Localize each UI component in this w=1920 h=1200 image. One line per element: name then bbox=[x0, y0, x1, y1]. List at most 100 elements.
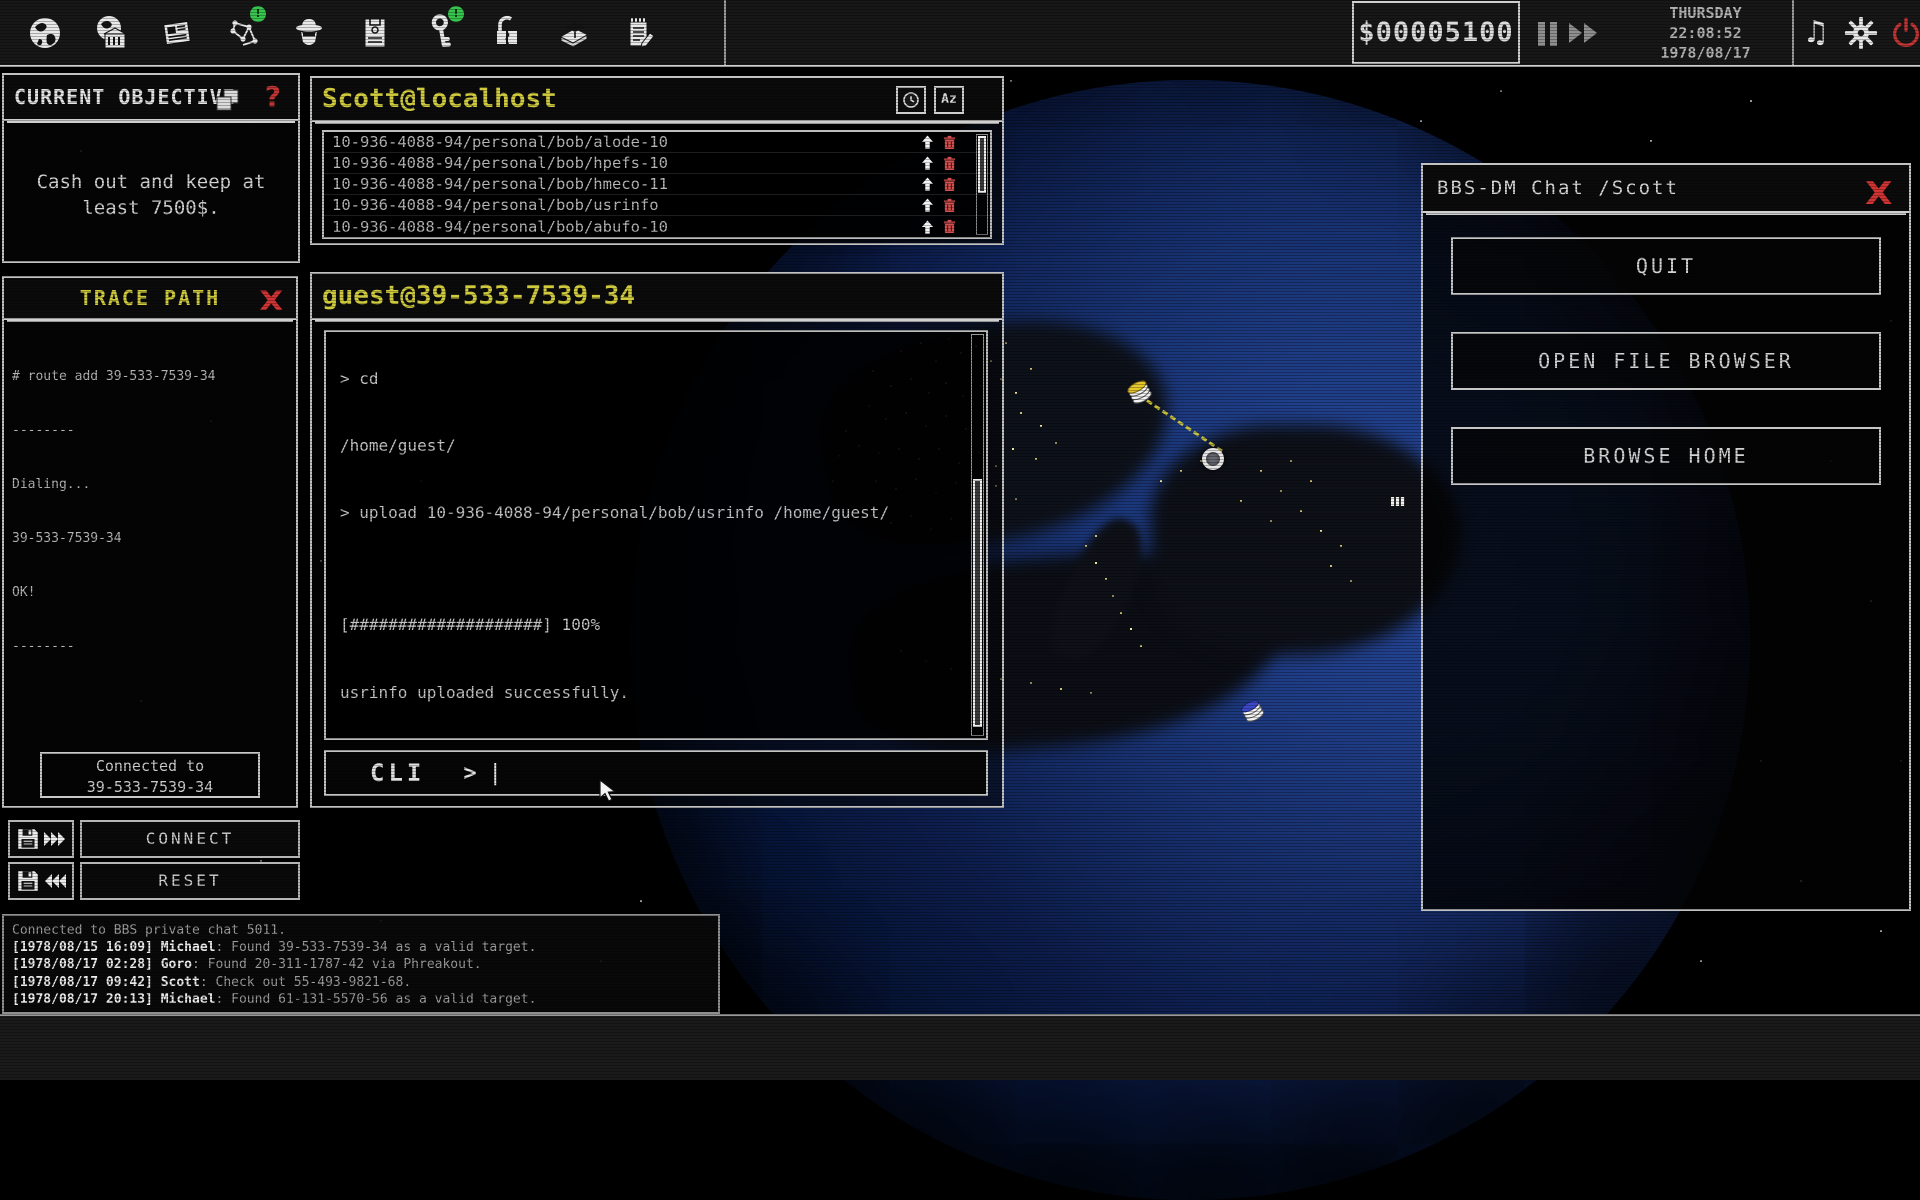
chat-author: [1978/08/17 09:42] Scott bbox=[12, 975, 200, 990]
trace-line: -------- bbox=[12, 422, 288, 440]
cli-label: CLI bbox=[370, 759, 425, 787]
sort-button[interactable]: Az bbox=[934, 86, 964, 114]
close-icon[interactable]: X bbox=[1865, 171, 1895, 217]
file-path: 10-936-4088-94/personal/bob/abufo-10 bbox=[332, 218, 916, 236]
connect-button[interactable]: CONNECT bbox=[80, 820, 300, 858]
terminal-line: [####################] 100% bbox=[340, 614, 986, 636]
music-button[interactable]: ♫ bbox=[1798, 12, 1834, 54]
clock-date: 1978/08/17 bbox=[1628, 43, 1783, 63]
upload-arrow-icon bbox=[920, 219, 935, 235]
trace-line: -------- bbox=[12, 638, 288, 656]
world-icon bbox=[25, 13, 65, 53]
upload-button[interactable] bbox=[916, 155, 938, 171]
top-bar: ! ! bbox=[0, 0, 1920, 67]
help-icon[interactable]: ? bbox=[265, 79, 282, 115]
trace-line: 39-533-7539-34 bbox=[12, 530, 288, 548]
trash-icon bbox=[943, 156, 956, 171]
file-path: 10-936-4088-94/personal/bob/hmeco-11 bbox=[332, 175, 916, 193]
browse-home-button[interactable]: BROWSE HOME bbox=[1451, 427, 1881, 485]
close-icon[interactable]: X bbox=[259, 282, 285, 322]
upload-button[interactable] bbox=[916, 176, 938, 192]
rewind-arrows-icon bbox=[43, 873, 67, 889]
trace-line: # route add 39-533-7539-34 bbox=[12, 368, 288, 386]
bottom-bar bbox=[0, 1014, 1920, 1080]
delete-button[interactable] bbox=[938, 177, 960, 192]
file-row: 10-936-4088-94/personal/bob/usrinfo bbox=[324, 195, 990, 216]
bank-button[interactable] bbox=[78, 0, 144, 65]
id-card-icon bbox=[355, 13, 395, 53]
local-panel-title: Scott@localhost bbox=[322, 84, 557, 114]
trace-path-panel: TRACE PATH X # route add 39-533-7539-34 … bbox=[2, 276, 298, 808]
connection-status: Connected to 39-533-7539-34 bbox=[40, 752, 260, 798]
delete-button[interactable] bbox=[938, 156, 960, 171]
remote-panel-title: guest@39-533-7539-34 bbox=[322, 281, 635, 311]
delete-button[interactable] bbox=[938, 198, 960, 213]
chat-author: [1978/08/17 20:13] Michael bbox=[12, 992, 216, 1007]
popout-icon[interactable] bbox=[214, 85, 242, 129]
forward-arrows-icon bbox=[43, 831, 67, 847]
chat-message: : Found 61-131-5570-56 as a valid target… bbox=[216, 992, 537, 1007]
cli-input[interactable]: CLI > | bbox=[324, 750, 988, 796]
file-list-scrollbar[interactable] bbox=[976, 134, 988, 235]
trace-line: OK! bbox=[12, 584, 288, 602]
bbs-chat-log: Connected to BBS private chat 5011. [197… bbox=[2, 914, 720, 1014]
fast-forward-icon bbox=[1567, 21, 1601, 45]
power-button[interactable] bbox=[1888, 12, 1920, 54]
password-crack-button[interactable]: ! bbox=[408, 0, 474, 65]
map-node-building[interactable] bbox=[1390, 496, 1406, 507]
world-map-button[interactable] bbox=[12, 0, 78, 65]
learn-button[interactable] bbox=[540, 0, 606, 65]
study-book-icon bbox=[553, 13, 593, 53]
history-button[interactable] bbox=[896, 86, 926, 114]
power-icon bbox=[1889, 16, 1920, 50]
reset-button[interactable]: RESET bbox=[80, 862, 300, 900]
map-node-server-yellow[interactable] bbox=[1122, 374, 1156, 412]
notes-button[interactable] bbox=[606, 0, 672, 65]
clock-icon bbox=[902, 91, 920, 109]
lock-crack-button[interactable] bbox=[474, 0, 540, 65]
music-icon: ♫ bbox=[1803, 15, 1830, 50]
delete-button[interactable] bbox=[938, 135, 960, 150]
connection-status-address: 39-533-7539-34 bbox=[42, 777, 258, 798]
terminal-scrollbar[interactable] bbox=[971, 334, 984, 736]
local-files-panel: Scott@localhost Az 10-936-4088-94/person… bbox=[310, 76, 1004, 245]
upload-button[interactable] bbox=[916, 134, 938, 150]
upload-button[interactable] bbox=[916, 197, 938, 213]
open-file-browser-button[interactable]: OPEN FILE BROWSER bbox=[1451, 332, 1881, 390]
map-node-target-ring[interactable] bbox=[1202, 448, 1224, 470]
upload-arrow-icon bbox=[920, 176, 935, 192]
cli-prompt: > bbox=[463, 761, 476, 786]
clock-display: THURSDAY 22:08:52 1978/08/17 bbox=[1628, 3, 1783, 63]
chat-message: Connected to BBS private chat 5011. bbox=[12, 923, 286, 938]
mail-button[interactable] bbox=[342, 0, 408, 65]
chat-message: : Found 20-311-1787-42 via Phreakout. bbox=[192, 957, 482, 972]
save-forward-button[interactable] bbox=[8, 820, 74, 858]
notification-badge: ! bbox=[448, 6, 464, 22]
remote-terminal-panel: guest@39-533-7539-34 > cd /home/guest/ >… bbox=[310, 272, 1004, 808]
save-rewind-button[interactable] bbox=[8, 862, 74, 900]
delete-button[interactable] bbox=[938, 219, 960, 234]
terminal-line: usrinfo uploaded successfully. bbox=[340, 682, 986, 704]
chat-author: [1978/08/17 02:28] Goro bbox=[12, 957, 192, 972]
upload-button[interactable] bbox=[916, 219, 938, 235]
chat-line: [1978/08/17 20:13] Michael: Found 61-131… bbox=[4, 991, 718, 1008]
settings-button[interactable] bbox=[1843, 12, 1879, 54]
pause-button[interactable] bbox=[1538, 22, 1558, 46]
objective-title: CURRENT OBJECTIVE bbox=[14, 85, 236, 109]
topbar-divider bbox=[724, 0, 726, 65]
map-node-server-blue[interactable] bbox=[1236, 694, 1268, 730]
upload-arrow-icon bbox=[920, 155, 935, 171]
broken-padlock-icon bbox=[487, 13, 527, 53]
network-button[interactable]: ! bbox=[210, 0, 276, 65]
hacker-button[interactable] bbox=[276, 0, 342, 65]
trace-panel-title: TRACE PATH bbox=[80, 286, 220, 310]
file-row: 10-936-4088-94/personal/bob/alode-10 bbox=[324, 132, 990, 153]
trace-log: # route add 39-533-7539-34 -------- Dial… bbox=[4, 320, 296, 704]
chat-line: [1978/08/17 02:28] Goro: Found 20-311-17… bbox=[4, 956, 718, 973]
terminal-line: /home/guest/ bbox=[340, 435, 986, 457]
news-button[interactable] bbox=[144, 0, 210, 65]
fast-forward-button[interactable] bbox=[1567, 21, 1601, 49]
file-row: 10-936-4088-94/personal/bob/abufo-10 bbox=[324, 216, 990, 237]
notification-badge: ! bbox=[250, 6, 266, 22]
quit-button[interactable]: QUIT bbox=[1451, 237, 1881, 295]
